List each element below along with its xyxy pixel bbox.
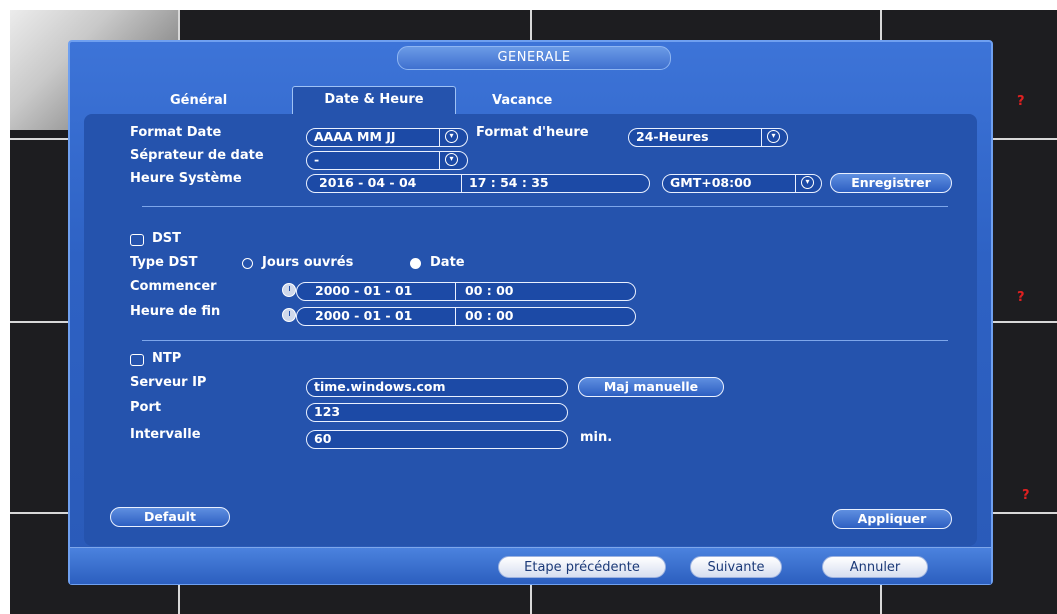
divider	[455, 283, 456, 300]
ntp-server-label: Serveur IP	[130, 375, 207, 390]
radio-weekdays[interactable]	[242, 258, 253, 269]
default-button[interactable]: Default	[110, 507, 230, 527]
dst-end-time: 00 : 00	[465, 308, 514, 323]
next-button[interactable]: Suivante	[690, 556, 782, 578]
system-date-value: 2016 - 04 - 04	[319, 175, 417, 190]
help-icon[interactable]: ?	[1017, 290, 1025, 305]
chevron-down-icon: ▾	[767, 130, 780, 143]
chevron-down-icon: ▾	[445, 153, 458, 166]
weekdays-option-label: Jours ouvrés	[262, 255, 354, 270]
dst-start-input[interactable]: 2000 - 01 - 01 00 : 00	[296, 282, 636, 301]
date-format-label: Format Date	[130, 125, 222, 140]
previous-step-button[interactable]: Etape précédente	[498, 556, 666, 578]
tab-vacance[interactable]: Vacance	[492, 88, 552, 114]
divider	[795, 175, 796, 192]
save-time-button[interactable]: Enregistrer	[830, 173, 952, 193]
date-separator-label: Séprateur de date	[130, 148, 264, 163]
dst-checkbox[interactable]	[130, 234, 144, 246]
tab-date-heure[interactable]: Date & Heure	[292, 86, 456, 115]
apply-button[interactable]: Appliquer	[832, 509, 952, 529]
system-time-label: Heure Système	[130, 171, 242, 186]
interval-unit: min.	[580, 430, 613, 445]
clock-icon	[282, 308, 296, 322]
divider	[761, 129, 762, 146]
dst-end-date: 2000 - 01 - 01	[315, 308, 413, 323]
help-icon[interactable]: ?	[1017, 94, 1025, 109]
ntp-checkbox[interactable]	[130, 354, 144, 366]
separator	[142, 206, 948, 207]
ntp-label: NTP	[152, 351, 182, 366]
date-format-select[interactable]: AAAA MM JJ ▾	[306, 128, 468, 147]
timezone-value: GMT+08:00	[670, 175, 752, 190]
ntp-port-label: Port	[130, 400, 162, 415]
clock-icon	[282, 283, 296, 297]
divider	[455, 308, 456, 325]
tab-general[interactable]: Général	[170, 88, 227, 114]
divider	[439, 152, 440, 169]
timezone-select[interactable]: GMT+08:00 ▾	[662, 174, 822, 193]
time-format-label: Format d'heure	[476, 125, 589, 140]
ntp-interval-input[interactable]: 60	[306, 430, 568, 449]
date-option-label: Date	[430, 255, 465, 270]
date-separator-select[interactable]: - ▾	[306, 151, 468, 170]
dst-start-label: Commencer	[130, 279, 217, 294]
radio-date[interactable]	[410, 258, 421, 269]
cancel-button[interactable]: Annuler	[822, 556, 928, 578]
tab-panel: Format Date AAAA MM JJ ▾ Format d'heure …	[84, 114, 977, 546]
chevron-down-icon: ▾	[801, 176, 814, 189]
separator	[142, 340, 948, 341]
ntp-interval-label: Intervalle	[130, 427, 201, 442]
dialog-title: GENERALE	[397, 46, 671, 70]
dst-start-time: 00 : 00	[465, 283, 514, 298]
chevron-down-icon: ▾	[445, 130, 458, 143]
wizard-footer: Etape précédente Suivante Annuler	[70, 547, 991, 584]
dst-end-input[interactable]: 2000 - 01 - 01 00 : 00	[296, 307, 636, 326]
system-time-value: 17 : 54 : 35	[469, 175, 549, 190]
ntp-server-input[interactable]: time.windows.com	[306, 378, 568, 397]
system-time-input[interactable]: 2016 - 04 - 04 17 : 54 : 35	[306, 174, 650, 193]
dst-label: DST	[152, 231, 182, 246]
divider	[439, 129, 440, 146]
date-separator-value: -	[314, 152, 320, 167]
help-icon[interactable]: ?	[1022, 488, 1030, 503]
settings-dialog: GENERALE Général Date & Heure Vacance Fo…	[68, 40, 993, 585]
time-format-select[interactable]: 24-Heures ▾	[628, 128, 788, 147]
time-format-value: 24-Heures	[636, 129, 709, 144]
manual-update-button[interactable]: Maj manuelle	[578, 377, 724, 397]
dst-end-label: Heure de fin	[130, 304, 221, 319]
ntp-port-input[interactable]: 123	[306, 403, 568, 422]
dst-start-date: 2000 - 01 - 01	[315, 283, 413, 298]
date-format-value: AAAA MM JJ	[314, 129, 396, 144]
dst-type-label: Type DST	[130, 255, 198, 270]
divider	[461, 175, 462, 192]
